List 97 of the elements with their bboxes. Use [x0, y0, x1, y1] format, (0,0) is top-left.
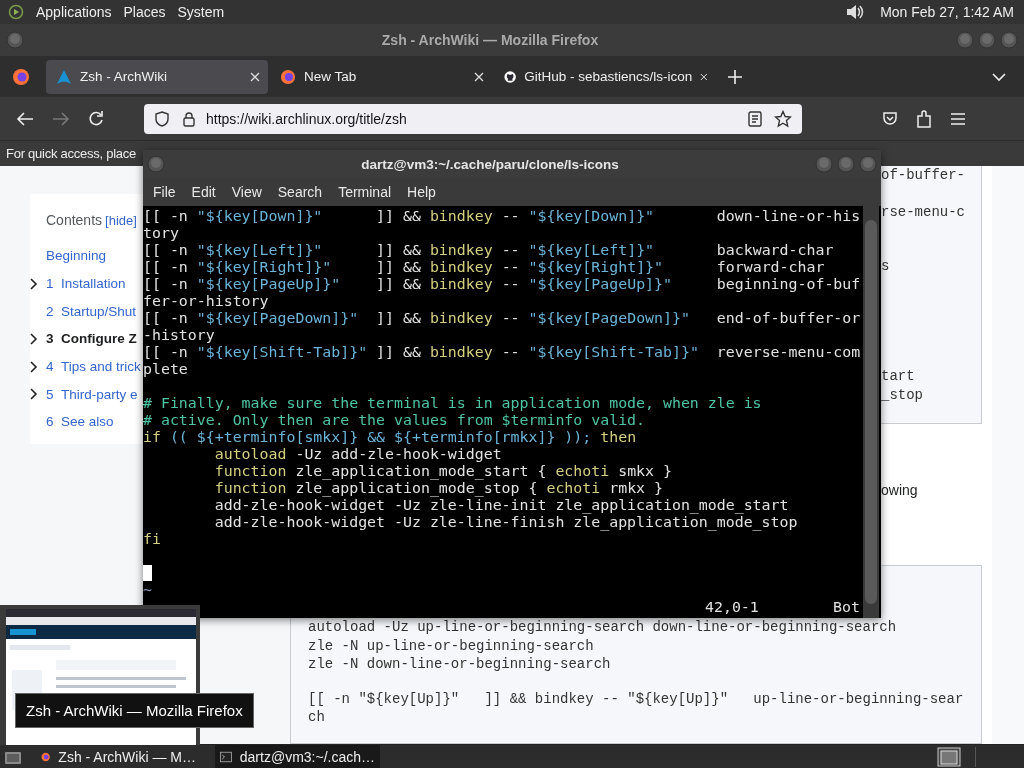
- code-text: _stop: [881, 385, 924, 404]
- window-title: dartz@vm3:~/.cache/paru/clone/ls-icons: [360, 156, 620, 172]
- star-icon[interactable]: [774, 109, 792, 128]
- menu-item[interactable]: Search: [269, 184, 331, 200]
- terminal-line: [[ -n "${key[Right]}" ]] && bindkey -- "${key[Right]}" forward-char: [143, 259, 826, 276]
- chevron-right-icon[interactable]: [30, 388, 38, 401]
- firefox-icon: [280, 68, 296, 85]
- code-text: rse-menu-c: [881, 202, 966, 221]
- reload-icon[interactable]: [88, 110, 104, 127]
- menu-item[interactable]: Help: [399, 184, 444, 200]
- cursor-position: 42,0-1: [705, 599, 759, 616]
- scrollbar[interactable]: [863, 206, 879, 618]
- forward-icon[interactable]: [52, 110, 70, 127]
- taskbar-button[interactable]: dartz@vm3:~/.cach…: [215, 745, 380, 768]
- back-icon[interactable]: [16, 110, 34, 127]
- terminal-line: autoload -Uz add-zle-hook-widget: [213, 446, 503, 463]
- toc-link[interactable]: See also: [61, 414, 114, 430]
- terminal-line: plete: [143, 361, 189, 378]
- bookmarks-hint: For quick access, place: [6, 146, 137, 161]
- chevron-right-icon[interactable]: [30, 332, 38, 345]
- section-number: 6: [46, 414, 55, 430]
- scrollbar-thumb[interactable]: [865, 220, 877, 604]
- tooltip: Zsh - ArchWiki — Mozilla Firefox: [15, 693, 254, 728]
- distro-logo-icon[interactable]: [8, 4, 24, 20]
- firefox-icon[interactable]: [12, 67, 30, 86]
- menu-item[interactable]: File: [145, 184, 184, 200]
- shield-icon[interactable]: [154, 110, 170, 127]
- code-text: tart: [881, 367, 916, 386]
- menu-item[interactable]: View: [223, 184, 270, 200]
- code-text: of-buffer-: [881, 166, 966, 185]
- empty-line-marker: ~: [143, 581, 152, 599]
- toc-link[interactable]: Beginning: [46, 248, 107, 264]
- toc-link[interactable]: Startup/Shut: [61, 303, 137, 319]
- scroll-position: Bot: [833, 599, 860, 616]
- workspace-switcher-icon[interactable]: [937, 746, 961, 767]
- lock-icon[interactable]: [182, 110, 196, 127]
- chevron-down-icon[interactable]: [992, 71, 1006, 82]
- code-line: autoload -Uz up-line-or-beginning-search down-line-or-beginning-search: [308, 618, 898, 637]
- code-line: [[ -n "${key[Up]}" ]] && bindkey -- "${key[Up]}" up-line-or-beginning-sear: [308, 689, 965, 709]
- terminal-line: [[ -n "${key[Shift-Tab]}" ]] && bindkey -- "${key[Shift-Tab]}" reverse-menu-com: [143, 344, 862, 361]
- body-text: owing: [881, 481, 918, 498]
- new-tab-icon[interactable]: [728, 69, 742, 84]
- terminal-line: [[ -n "${key[PageUp]}" ]] && bindkey -- "${key[PageUp]}" beginning-of-buf: [143, 276, 862, 293]
- panel-menu[interactable]: System: [177, 4, 225, 20]
- terminal-line: add-zle-hook-widget -Uz zle-line-finish zle_application_mode_stop: [213, 514, 799, 531]
- menu-item[interactable]: Terminal: [330, 184, 400, 200]
- section-number: 3: [46, 331, 55, 347]
- triangle-logo-icon: [56, 68, 72, 85]
- terminal-line: fi: [143, 531, 162, 548]
- panel-menu[interactable]: Applications: [36, 4, 112, 20]
- section-number: 5: [46, 386, 55, 402]
- chevron-right-icon[interactable]: [30, 360, 38, 373]
- code-line: zle -N down-line-or-beginning-search: [308, 655, 612, 674]
- panel-menu[interactable]: Places: [123, 4, 166, 20]
- browser-tab[interactable]: New Tab: [270, 59, 492, 94]
- browser-tab[interactable]: GitHub - sebastiencs/ls-icon: [494, 59, 716, 94]
- menu-icon[interactable]: [950, 111, 966, 126]
- menu-item[interactable]: Edit: [183, 184, 224, 200]
- taskbar-button[interactable]: Zsh - ArchWiki — M…: [36, 745, 201, 768]
- toc-link[interactable]: Installation: [61, 276, 126, 292]
- terminal-line: function zle_application_mode_stop { echoti rmkx }: [213, 480, 664, 497]
- close-icon[interactable]: [250, 71, 260, 82]
- github-icon: [504, 68, 517, 85]
- section-number: 4: [46, 359, 55, 375]
- toc-title: Contents: [46, 212, 103, 228]
- terminal-line: [[ -n "${key[PageDown]}" ]] && bindkey -- "${key[PageDown]}" end-of-buffer-or: [143, 310, 862, 327]
- close-icon[interactable]: [474, 71, 484, 82]
- terminal-line: tory: [143, 225, 180, 242]
- text-cursor: [143, 565, 152, 581]
- terminal-line: add-zle-hook-widget -Uz zle-line-init zle_application_mode_start: [213, 497, 790, 514]
- code-text: s: [881, 257, 891, 276]
- code-line: ch: [308, 708, 326, 727]
- clock[interactable]: Mon Feb 27, 1:42 AM: [880, 4, 1014, 20]
- code-line: zle -N up-line-or-beginning-search: [308, 636, 595, 656]
- address-field[interactable]: https://wiki.archlinux.org/title/zsh: [144, 103, 802, 134]
- terminal-line: if (( ${+terminfo[smkx]} && ${+terminfo[rmkx]} )); then: [143, 429, 638, 446]
- section-number: 1: [46, 276, 55, 292]
- hide-link[interactable]: [hide]: [105, 213, 137, 228]
- terminal-line: # Finally, make sure the terminal is in application mode, when zle is: [143, 395, 763, 412]
- toc-link[interactable]: Configure Z: [61, 331, 137, 347]
- reader-view-icon[interactable]: [748, 110, 762, 127]
- extensions-icon[interactable]: [916, 109, 932, 128]
- terminal-line: function zle_application_mode_start { echoti smkx }: [213, 463, 673, 480]
- section-number: 2: [46, 303, 55, 319]
- chevron-right-icon[interactable]: [30, 277, 38, 290]
- terminal-line: fer-or-history: [143, 293, 270, 310]
- terminal-line: # active. Only then are the values from $terminfo valid.: [143, 412, 647, 429]
- terminal-icon: [220, 749, 232, 764]
- terminal-line: -history: [143, 327, 216, 344]
- browser-tab[interactable]: Zsh - ArchWiki: [46, 59, 268, 94]
- toc-link[interactable]: Tips and trick: [61, 359, 141, 375]
- pocket-icon[interactable]: [882, 110, 898, 127]
- toc-link[interactable]: Third-party e: [61, 386, 138, 402]
- terminal-line: [[ -n "${key[Left]}" ]] && bindkey -- "${key[Left]}" backward-char: [143, 242, 835, 259]
- terminal-line: [[ -n "${key[Down]}" ]] && bindkey -- "${key[Down]}" down-line-or-his: [143, 208, 862, 225]
- close-icon[interactable]: [700, 71, 708, 82]
- window-title: Zsh - ArchWiki — Mozilla Firefox: [380, 32, 600, 48]
